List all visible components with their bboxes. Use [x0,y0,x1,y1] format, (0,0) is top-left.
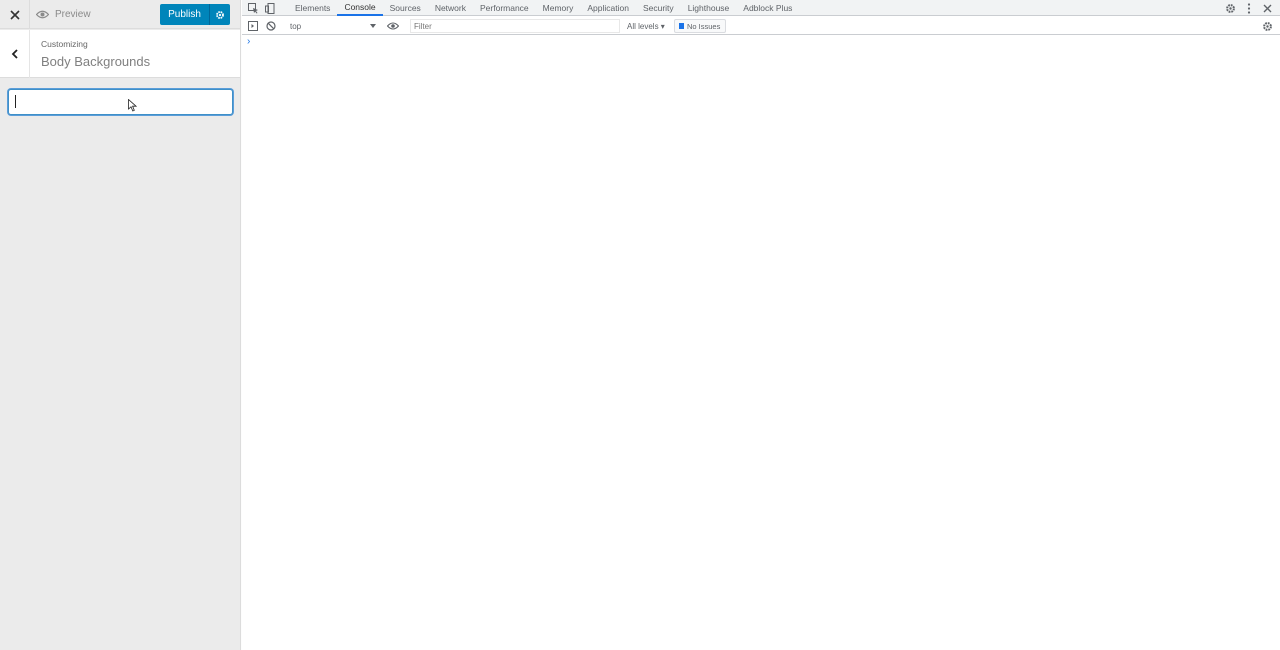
console-settings-button[interactable] [1259,18,1275,34]
text-caret [15,95,16,108]
preview-button[interactable]: Preview [36,4,91,24]
customizer-sidebar: Preview Publish Customizing Body Backgro… [0,0,241,650]
devtools-settings-button[interactable] [1222,0,1238,16]
tab-console[interactable]: Console [337,0,383,16]
device-toolbar-button[interactable] [262,0,278,16]
eye-icon [36,10,49,18]
chevron-left-icon [11,49,18,59]
dropdown-arrow-icon [370,24,376,28]
devtools-tabs: Elements Console Sources Network Perform… [288,0,799,16]
publish-button[interactable]: Publish [160,4,210,25]
tab-adblock-plus[interactable]: Adblock Plus [736,0,799,16]
back-button[interactable] [0,30,30,78]
close-icon [9,9,20,20]
customizer-text-input[interactable] [8,89,233,115]
section-parent-label: Customizing [41,39,88,49]
console-sidebar-toggle[interactable] [245,18,261,34]
console-filter-input[interactable] [410,19,620,33]
devtools-tabbar: Elements Console Sources Network Perform… [242,0,1280,16]
kebab-menu-icon [1247,2,1251,14]
section-title: Body Backgrounds [41,54,151,69]
console-prompt[interactable]: › [247,36,250,47]
devtools-close-button[interactable] [1259,0,1275,16]
devtools-menu-button[interactable] [1241,0,1257,16]
block-icon [266,21,276,31]
tab-performance[interactable]: Performance [473,0,536,16]
issues-label: No Issues [687,21,721,31]
devtools-panel: Elements Console Sources Network Perform… [242,0,1280,650]
context-value: top [290,21,302,31]
live-expression-button[interactable] [385,18,401,34]
customizer-header: Preview Publish [0,0,240,29]
gear-icon [1225,3,1235,13]
tab-security[interactable]: Security [636,0,681,16]
device-icon [264,2,274,14]
tab-sources[interactable]: Sources [383,0,428,16]
sidebar-toggle-icon [248,21,258,31]
close-icon [1263,4,1271,12]
publish-button-group: Publish [160,4,230,25]
console-toolbar: top All levels ▾ No Issues [242,17,1280,35]
gear-icon [1262,21,1272,31]
inspect-element-button[interactable] [245,0,261,16]
section-header: Customizing Body Backgrounds [0,30,240,78]
publish-settings-button[interactable] [210,4,230,25]
tab-network[interactable]: Network [428,0,473,16]
issue-flag-icon [679,23,684,29]
mouse-cursor-icon [128,99,137,112]
preview-label: Preview [55,8,91,20]
tab-memory[interactable]: Memory [536,0,581,16]
gear-icon [216,10,224,19]
issues-button[interactable]: No Issues [674,19,726,33]
tab-application[interactable]: Application [580,0,636,16]
close-customizer-button[interactable] [0,0,30,29]
log-levels-select[interactable]: All levels ▾ [624,19,668,33]
clear-console-button[interactable] [263,18,279,34]
inspect-icon [247,2,258,13]
eye-icon [387,22,399,30]
tab-lighthouse[interactable]: Lighthouse [681,0,737,16]
tab-elements[interactable]: Elements [288,0,337,16]
execution-context-select[interactable]: top [286,19,380,33]
